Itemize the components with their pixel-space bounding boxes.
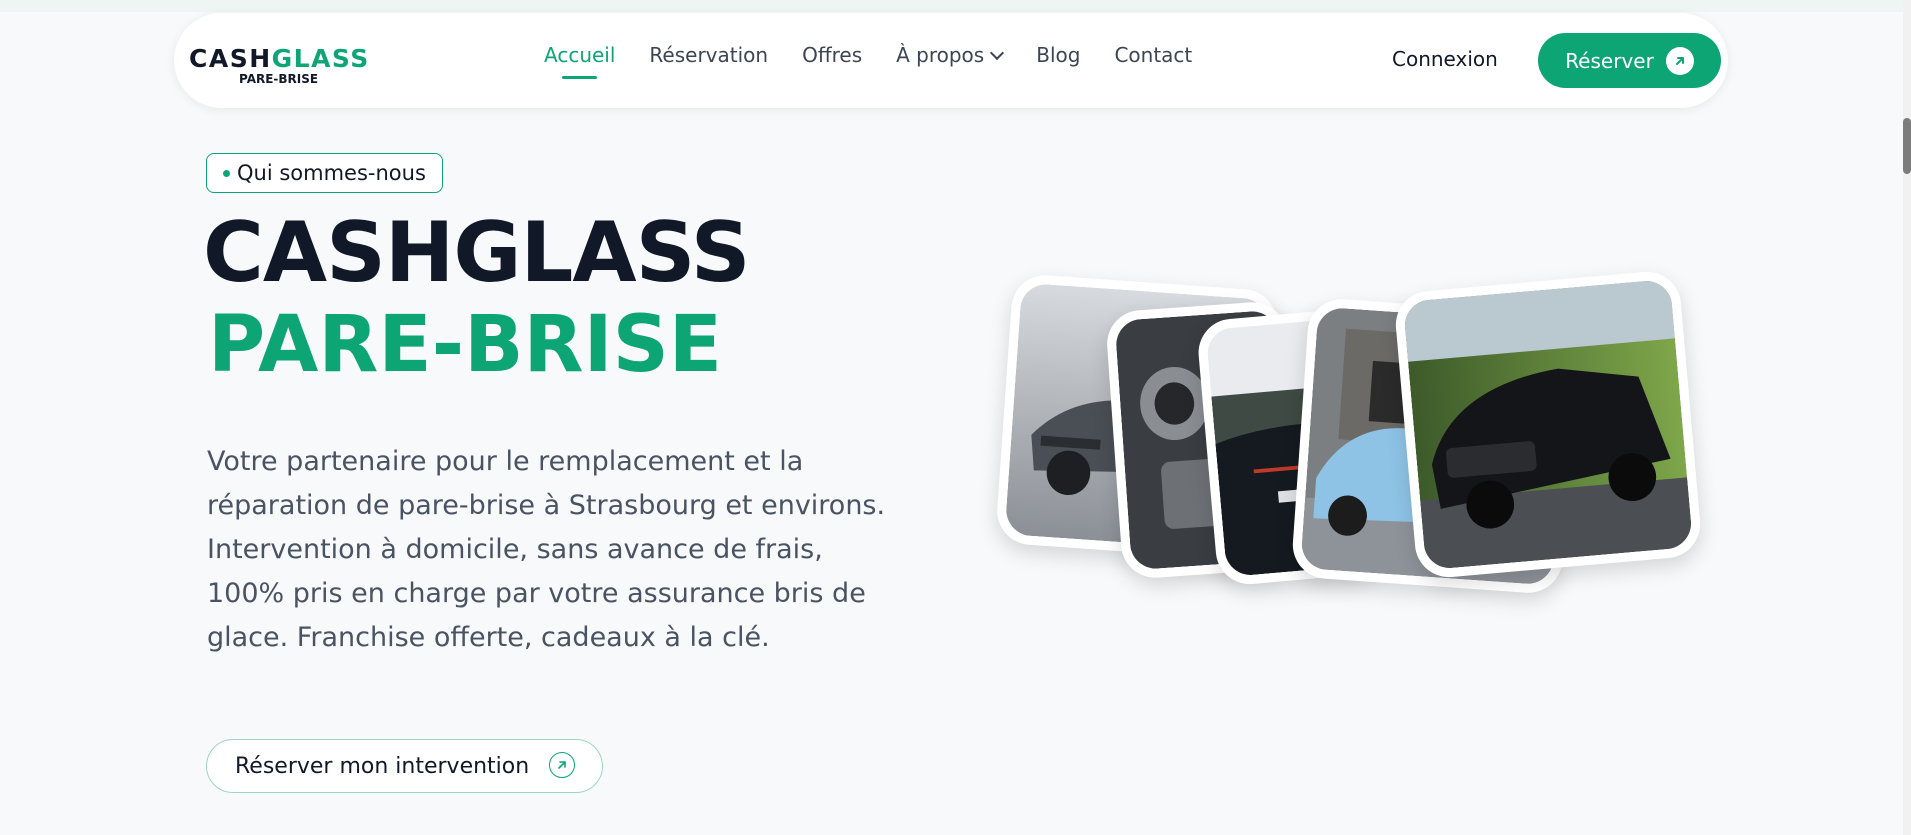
dot-icon <box>223 170 230 177</box>
book-intervention-button[interactable]: Réserver mon intervention <box>206 739 603 793</box>
nav-offres[interactable]: Offres <box>802 43 862 67</box>
site-logo[interactable]: CASHGLASS PARE-BRISE <box>189 46 379 96</box>
badge-label: Qui sommes-nous <box>237 161 426 185</box>
nav-reservation[interactable]: Réservation <box>649 43 768 67</box>
nav-contact[interactable]: Contact <box>1114 43 1192 67</box>
section-badge: Qui sommes-nous <box>206 153 443 193</box>
book-intervention-label: Réserver mon intervention <box>235 753 530 779</box>
logo-word-glass: GLASS <box>271 44 370 73</box>
nav-a-propos-label: À propos <box>896 43 985 67</box>
login-link[interactable]: Connexion <box>1392 47 1498 71</box>
reserve-button[interactable]: Réserver <box>1538 33 1721 88</box>
chevron-down-icon <box>990 45 1005 61</box>
main-nav: Accueil Réservation Offres À propos Blog… <box>544 43 1226 79</box>
arrow-up-right-icon <box>1665 46 1694 75</box>
nav-blog[interactable]: Blog <box>1036 43 1080 67</box>
nav-accueil[interactable]: Accueil <box>544 43 615 79</box>
hero-title-line2: PARE-BRISE <box>208 300 723 390</box>
top-strip <box>0 0 1911 12</box>
arrow-up-right-icon <box>549 752 575 778</box>
site-header: CASHGLASS PARE-BRISE Accueil Réservation… <box>174 13 1728 108</box>
reserve-button-label: Réserver <box>1565 48 1654 73</box>
scrollbar-thumb[interactable] <box>1903 118 1911 174</box>
photo-black-sedan <box>1393 269 1703 580</box>
logo-word-cash: CASH <box>189 44 272 73</box>
logo-subtitle: PARE-BRISE <box>239 72 319 86</box>
hero-description: Votre partenaire pour le remplacement et… <box>207 446 886 653</box>
hero-title-line1: CASHGLASS <box>203 204 750 301</box>
page-scrollbar[interactable] <box>1903 0 1911 835</box>
nav-a-propos[interactable]: À propos <box>896 43 1005 67</box>
